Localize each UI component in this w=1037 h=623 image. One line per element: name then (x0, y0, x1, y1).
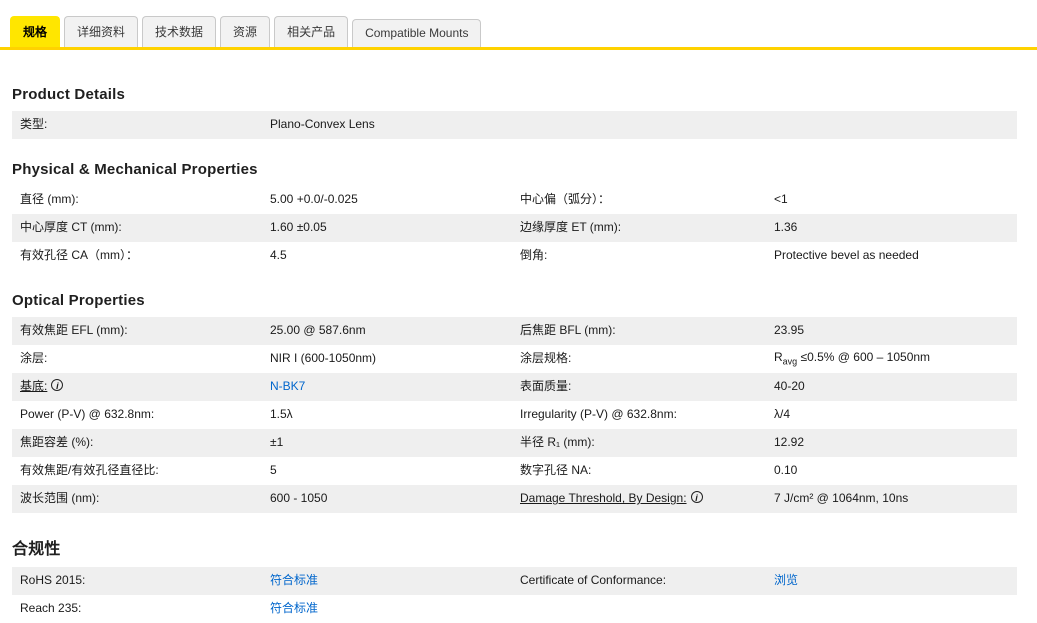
spec-value-fl-tolerance: ±1 (270, 435, 284, 450)
info-icon[interactable] (51, 379, 64, 392)
rohs-compliant-link[interactable]: 符合标准 (270, 573, 318, 587)
tab-bar: 规格 详细资料 技术数据 资源 相关产品 Compatible Mounts (0, 0, 1037, 50)
section-title-physical: Physical & Mechanical Properties (12, 161, 258, 178)
table-row: 焦距容差 (%): ±1 半径 R₁ (mm): 12.92 (12, 429, 1017, 457)
spec-value-diameter: 5.00 +0.0/-0.025 (270, 192, 358, 207)
table-row: RoHS 2015: 符合标准 Certificate of Conforman… (12, 567, 1017, 595)
spec-label-efl: 有效焦距 EFL (mm): (20, 323, 128, 338)
tab-specs[interactable]: 规格 (10, 16, 61, 47)
section-title-optical: Optical Properties (12, 292, 145, 309)
compliance-table: RoHS 2015: 符合标准 Certificate of Conforman… (12, 567, 1017, 623)
optical-table: 有效焦距 EFL (mm): 25.00 @ 587.6nm 后焦距 BFL (… (12, 317, 1017, 513)
spec-label-wavelength-range: 波长范围 (nm): (20, 491, 100, 506)
reach-compliant-link[interactable]: 符合标准 (270, 601, 318, 615)
spec-value-reach: 符合标准 (260, 599, 512, 619)
spec-label-diameter: 直径 (mm): (20, 192, 79, 207)
spec-label-fl-tolerance: 焦距容差 (%): (20, 435, 94, 450)
spec-label-bfl: 后焦距 BFL (mm): (520, 323, 616, 338)
spec-value-centering: <1 (774, 192, 788, 207)
spec-label-clear-aperture: 有效孔径 CA（mm）： (20, 248, 138, 263)
section-title-product-details: Product Details (12, 86, 126, 103)
spec-label-substrate: 基底: (12, 377, 260, 397)
spec-label-na: 数字孔径 NA: (520, 463, 592, 478)
table-row: 有效焦距/有效孔径直径比: 5 数字孔径 NA: 0.10 (12, 457, 1017, 485)
spec-value-certificate: 浏览 (764, 571, 1017, 591)
spec-label-reach: Reach 235: (20, 601, 82, 616)
tab-resources[interactable]: 资源 (220, 16, 271, 47)
spec-label-coating: 涂层: (20, 351, 48, 366)
substrate-link[interactable]: N-BK7 (270, 379, 305, 393)
spec-value-bevel: Protective bevel as needed (774, 248, 919, 263)
product-details-table: 类型: Plano-Convex Lens (12, 111, 1017, 139)
spec-value-substrate: N-BK7 (260, 377, 512, 397)
spec-value-type: Plano-Convex Lens (270, 117, 375, 132)
spec-label-power: Power (P-V) @ 632.8nm: (20, 407, 155, 422)
table-row: 中心厚度 CT (mm): 1.60 ±0.05 边缘厚度 ET (mm): 1… (12, 214, 1017, 242)
spec-label-irregularity: Irregularity (P-V) @ 632.8nm: (520, 407, 677, 422)
spec-value-wavelength-range: 600 - 1050 (270, 491, 328, 506)
spec-value-fl-ca-ratio: 5 (270, 463, 277, 478)
spec-label-bevel: 倒角: (520, 248, 548, 263)
spec-label-fl-ca-ratio: 有效焦距/有效孔径直径比: (20, 463, 159, 478)
spec-value-na: 0.10 (774, 463, 798, 478)
spec-value-damage-threshold: 7 J/cm² @ 1064nm, 10ns (774, 491, 909, 506)
table-row: Reach 235: 符合标准 (12, 595, 1017, 623)
table-row: 涂层: NIR I (600-1050nm) 涂层规格: Ravg ≤0.5% … (12, 345, 1017, 373)
spec-value-center-thickness: 1.60 ±0.05 (270, 220, 327, 235)
info-icon[interactable] (690, 491, 703, 504)
table-row: 有效孔径 CA（mm）： 4.5 倒角: Protective bevel as… (12, 242, 1017, 270)
spec-label-surface-quality: 表面质量: (520, 379, 572, 394)
section-title-compliance: 合规性 (12, 541, 61, 558)
table-row: 直径 (mm): 5.00 +0.0/-0.025 中心偏（弧分）： <1 (12, 186, 1017, 214)
table-row: 波长范围 (nm): 600 - 1050 Damage Threshold, … (12, 485, 1017, 513)
spec-value-coating-spec: Ravg ≤0.5% @ 600 – 1050nm (774, 349, 931, 367)
physical-table: 直径 (mm): 5.00 +0.0/-0.025 中心偏（弧分）： <1 中心… (12, 186, 1017, 270)
spec-value-clear-aperture: 4.5 (270, 248, 287, 263)
spec-value-edge-thickness: 1.36 (774, 220, 798, 235)
tab-compatible-mounts[interactable]: Compatible Mounts (352, 19, 482, 47)
spec-label-center-thickness: 中心厚度 CT (mm): (20, 220, 122, 235)
table-row: 基底: N-BK7 表面质量: 40-20 (12, 373, 1017, 401)
spec-label-edge-thickness: 边缘厚度 ET (mm): (520, 220, 622, 235)
spec-label-certificate: Certificate of Conformance: (520, 573, 667, 588)
spec-content: Product Details 类型: Plano-Convex Lens Ph… (0, 86, 1037, 623)
spec-value-radius: 12.92 (774, 435, 805, 450)
spec-value-irregularity: λ/4 (774, 407, 791, 422)
spec-label-centering: 中心偏（弧分）： (520, 192, 611, 207)
spec-value-bfl: 23.95 (774, 323, 805, 338)
spec-value-power: 1.5λ (270, 407, 293, 422)
spec-label-rohs: RoHS 2015: (20, 573, 86, 588)
tab-details[interactable]: 详细资料 (64, 16, 139, 47)
spec-label-type: 类型: (20, 117, 48, 132)
table-row: Power (P-V) @ 632.8nm: 1.5λ Irregularity… (12, 401, 1017, 429)
certificate-view-link[interactable]: 浏览 (774, 573, 798, 587)
spec-value-surface-quality: 40-20 (774, 379, 805, 394)
spec-value-rohs: 符合标准 (260, 571, 512, 591)
spec-value-coating: NIR I (600-1050nm) (270, 351, 377, 366)
table-row: 类型: Plano-Convex Lens (12, 111, 1017, 139)
tab-technical-data[interactable]: 技术数据 (142, 16, 217, 47)
spec-value-efl: 25.00 @ 587.6nm (270, 323, 366, 338)
spec-label-radius: 半径 R₁ (mm): (520, 435, 595, 450)
tab-related-products[interactable]: 相关产品 (274, 16, 349, 47)
spec-label-coating-spec: 涂层规格: (520, 351, 572, 366)
table-row: 有效焦距 EFL (mm): 25.00 @ 587.6nm 后焦距 BFL (… (12, 317, 1017, 345)
spec-label-damage-threshold: Damage Threshold, By Design: (512, 489, 764, 509)
